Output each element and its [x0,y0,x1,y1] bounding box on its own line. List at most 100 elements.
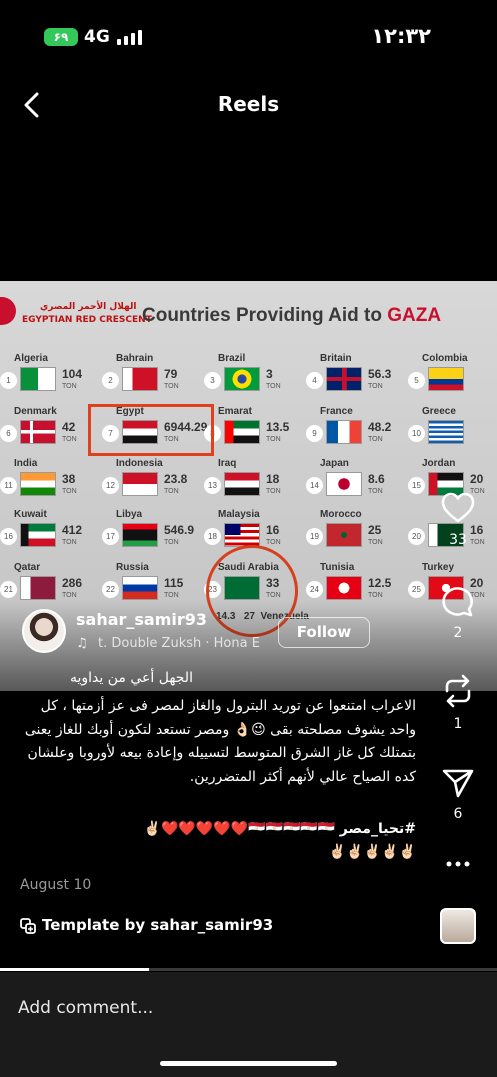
follow-button[interactable]: Follow [278,617,370,648]
country-rank: 16 [0,528,17,545]
username[interactable]: sahar_samir93 [76,610,207,629]
country-cell: Kuwait 16 412 TON [0,509,100,553]
country-rank: 3 [204,372,221,389]
country-name: Qatar [14,562,41,573]
hashtag-link[interactable]: #تحيا_مصر [340,821,416,837]
country-name: Russia [116,562,149,573]
template-icon [20,918,36,934]
aid-quantity: 16 [266,523,280,537]
aid-quantity: 3 [266,367,273,381]
country-flag [122,367,158,391]
share-action[interactable]: 6 [432,768,484,822]
country-cell: Brazil 3 3 TON [204,353,304,397]
template-thumbnail[interactable] [440,908,476,944]
home-indicator [160,1061,337,1066]
country-cell: Russia 22 115 TON [102,562,202,606]
country-cell: Qatar 21 286 TON [0,562,100,606]
repost-icon[interactable] [442,674,474,708]
aid-unit: TON [266,436,281,443]
country-name: Indonesia [116,458,163,469]
send-icon[interactable] [442,768,474,798]
country-cell: Morocco 19 25 TON [306,509,406,553]
country-rank: 13 [204,477,221,494]
egypt-highlight-box [88,404,214,456]
country-flag [122,523,158,547]
country-cell: Iraq 13 18 TON [204,458,304,502]
country-rank: 15 [408,477,425,494]
org-english: EGYPTIAN RED CRESCENT [22,315,152,325]
country-rank: 6 [0,425,17,442]
aid-quantity: 56.3 [368,367,392,381]
playback-progress-fill [0,968,150,971]
country-flag [20,367,56,391]
comment-action[interactable]: 2 [432,585,484,641]
country-name: Britain [320,353,352,364]
country-flag [428,420,464,444]
comment-bar: Add comment... [0,972,497,1077]
avatar[interactable] [22,609,66,653]
aid-quantity: 115 [164,576,184,590]
country-cell: Colombia 5 [408,353,497,397]
country-rank: 17 [102,528,119,545]
country-name: Bahrain [116,353,154,364]
country-name: Colombia [422,353,468,364]
audio-track[interactable]: t. Double Zuksh · Hona E [98,636,278,651]
country-cell: Algeria 1 104 TON [0,353,100,397]
aid-quantity: 412 [62,523,83,537]
country-name: Malaysia [218,509,260,520]
country-flag [20,576,56,600]
country-rank: 25 [408,581,425,598]
country-flag [122,472,158,496]
org-label: الهلال الأحمر المصري EGYPTIAN RED CRESCE… [22,301,152,327]
country-cell: India 11 38 TON [0,458,100,502]
aid-unit: TON [368,488,383,495]
aid-unit: TON [368,383,383,390]
country-name: France [320,406,353,417]
like-action[interactable]: 33 [432,492,484,548]
country-flag [224,367,260,391]
reel-video[interactable]: الهلال الأحمر المصري EGYPTIAN RED CRESCE… [0,281,497,691]
country-flag [122,576,158,600]
more-icon[interactable] [446,860,470,868]
country-name: Denmark [14,406,57,417]
country-flag [224,420,260,444]
country-name: Libya [116,509,143,520]
more-options[interactable] [432,860,484,868]
repost-count: 1 [453,716,463,732]
country-rank: 21 [0,581,17,598]
template-link[interactable]: Template by sahar_samir93 [42,916,273,934]
aid-quantity: 12.5 [368,576,392,590]
country-flag [326,576,362,600]
aid-quantity: 48.2 [368,420,392,434]
repost-action[interactable]: 1 [432,674,484,732]
comment-input[interactable]: Add comment... [18,998,153,1018]
video-title-prefix: Countries Providing Aid to [142,305,388,326]
aid-quantity: 23.8 [164,472,188,486]
country-name: India [14,458,38,469]
battery-indicator: ۶۹ [44,28,78,46]
status-time: ١٢:٣٢ [371,24,431,48]
country-name: Jordan [422,458,456,469]
aid-unit: TON [62,436,77,443]
heart-icon[interactable] [441,492,475,524]
country-rank: 11 [0,477,17,494]
aid-quantity: 20 [470,472,484,486]
aid-unit: TON [368,592,383,599]
music-note-icon: ♫ [76,636,88,651]
country-name: Algeria [14,353,48,364]
aid-quantity: 13.5 [266,420,290,434]
aid-quantity: 38 [62,472,76,486]
playback-progress[interactable] [0,968,497,971]
aid-quantity: 25 [368,523,382,537]
country-rank: 5 [408,372,425,389]
aid-unit: TON [164,539,179,546]
emoji-line-2: ✌🏻✌🏻✌🏻✌🏻✌🏻 [328,844,416,860]
country-name: Brazil [218,353,246,364]
country-name: Kuwait [14,509,47,520]
country-flag [326,420,362,444]
country-flag [224,472,260,496]
caption-text[interactable]: الاعراب امتنعوا عن توريد البترول والغاز … [20,695,416,789]
page-title: Reels [217,92,280,116]
comment-icon[interactable] [441,585,475,617]
country-rank: 20 [408,528,425,545]
